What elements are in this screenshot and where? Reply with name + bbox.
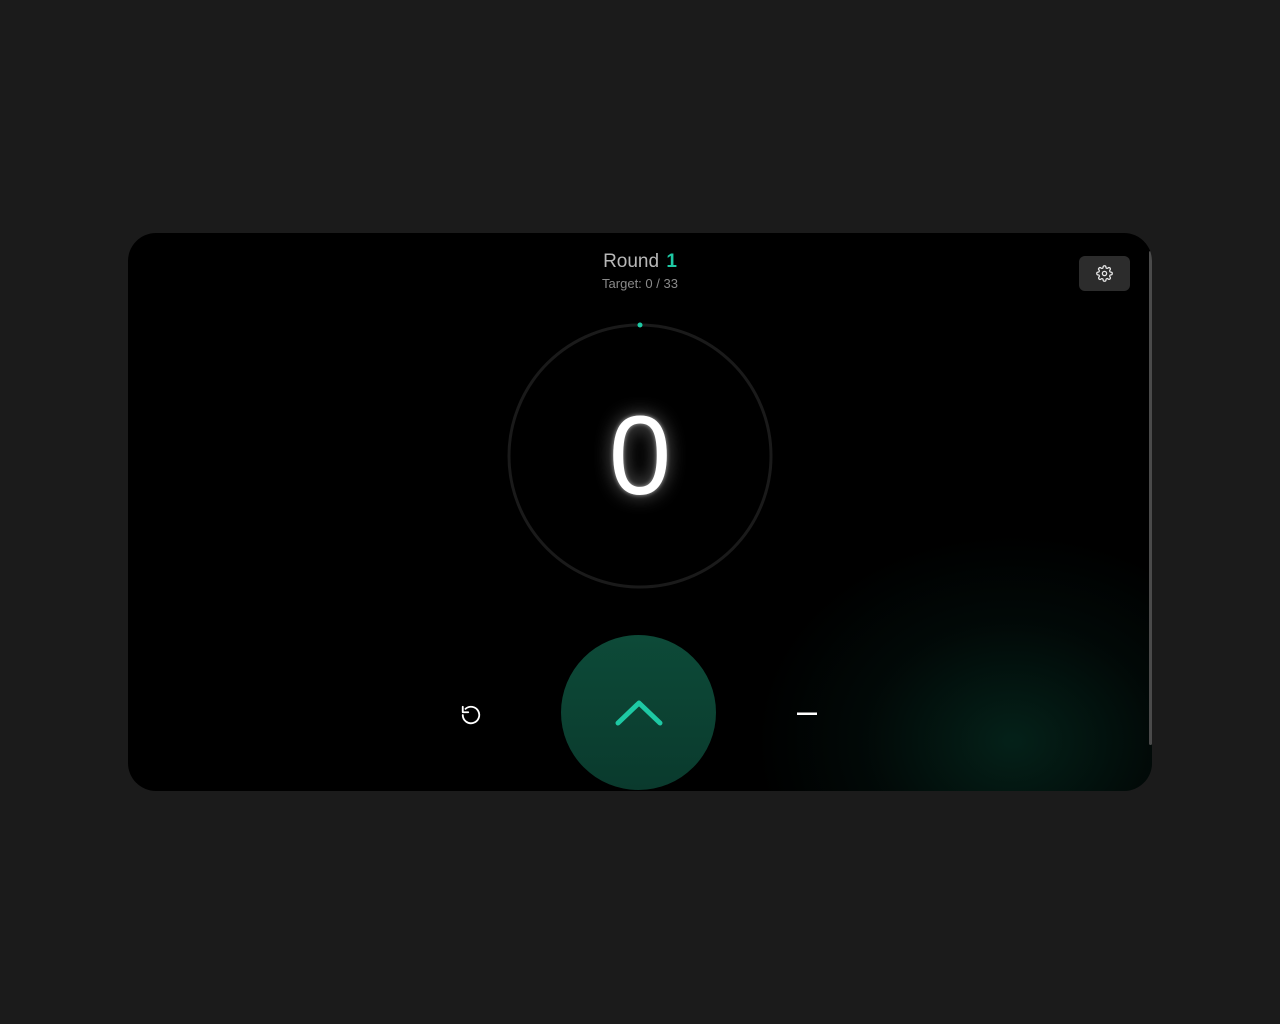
round-header: Round 1 Target: 0 / 33 — [128, 250, 1152, 292]
reset-button[interactable] — [455, 699, 487, 731]
reset-icon — [461, 705, 481, 725]
decrement-button[interactable] — [792, 699, 822, 729]
counter-card: Round 1 Target: 0 / 33 0 — [128, 233, 1152, 791]
count-display: 0 — [608, 393, 672, 518]
minus-icon — [797, 712, 817, 715]
scrollbar[interactable] — [1149, 251, 1152, 745]
background-glow — [752, 531, 1152, 791]
target-text: Target: 0 / 33 — [602, 276, 678, 291]
gear-icon — [1096, 265, 1113, 282]
chevron-up-icon — [615, 700, 662, 725]
round-number: 1 — [666, 251, 677, 272]
round-title: Round 1 — [128, 250, 1152, 274]
round-label: Round — [603, 251, 660, 272]
increment-button[interactable] — [561, 635, 716, 790]
settings-button[interactable] — [1079, 256, 1130, 291]
